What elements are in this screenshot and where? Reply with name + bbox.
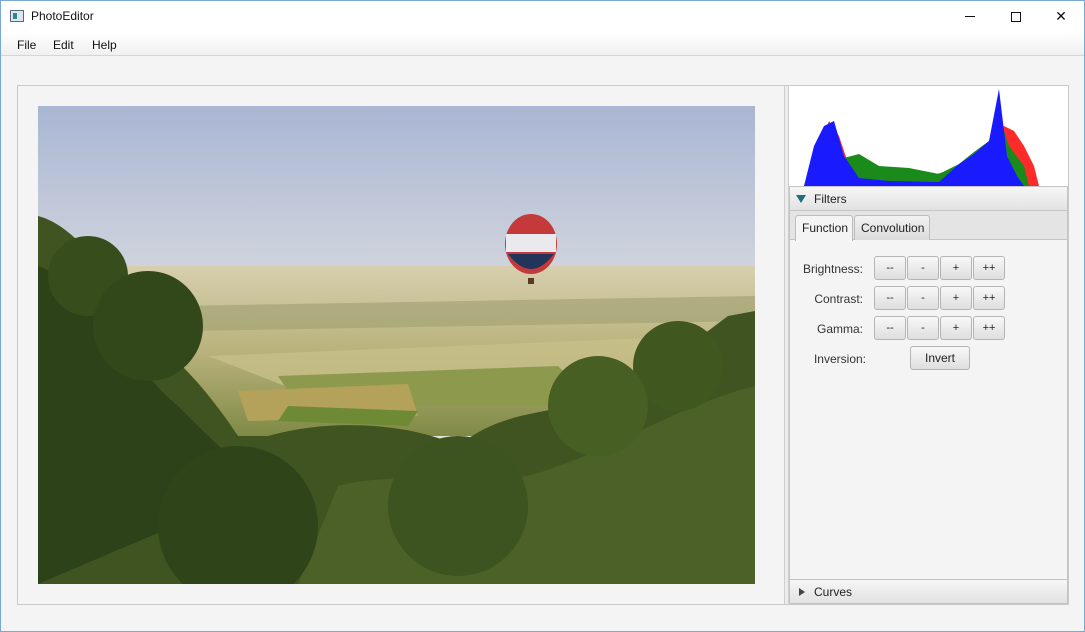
- filters-pane-header[interactable]: Filters: [789, 186, 1068, 211]
- inversion-row: Inversion: Invert: [790, 346, 1067, 370]
- brightness-increase-button[interactable]: +: [940, 256, 972, 280]
- window-title: PhotoEditor: [31, 9, 94, 23]
- tab-convolution-label: Convolution: [861, 221, 925, 235]
- tools-pane: Filters Function Convolution Brightness:…: [789, 86, 1068, 604]
- tab-convolution[interactable]: Convolution: [854, 215, 930, 240]
- filters-body: Function Convolution Brightness: -- - + …: [789, 211, 1068, 579]
- menu-edit[interactable]: Edit: [53, 38, 74, 52]
- close-button[interactable]: ✕: [1038, 1, 1084, 32]
- curves-title: Curves: [814, 585, 853, 599]
- expand-arrow-icon: [796, 195, 806, 203]
- close-icon: ✕: [1055, 8, 1067, 25]
- app-window: PhotoEditor ✕ File Edit Help Filters Fun…: [0, 0, 1085, 632]
- landscape-photo: [38, 106, 755, 584]
- photo-canvas[interactable]: [38, 106, 755, 584]
- main-split-pane: Filters Function Convolution Brightness:…: [17, 85, 1069, 605]
- gamma-label: Gamma:: [816, 322, 863, 336]
- gamma-increase-more-button[interactable]: ++: [973, 316, 1005, 340]
- contrast-decrease-more-button[interactable]: --: [874, 286, 906, 310]
- menu-bar: File Edit Help: [1, 32, 1084, 56]
- maximize-button[interactable]: [993, 1, 1039, 32]
- tab-function[interactable]: Function: [795, 215, 853, 241]
- histogram: [789, 86, 1068, 186]
- curves-pane-header[interactable]: Curves: [789, 579, 1068, 604]
- contrast-label: Contrast:: [814, 292, 863, 306]
- app-icon: [10, 10, 24, 22]
- menu-file[interactable]: File: [17, 38, 36, 52]
- gamma-decrease-more-button[interactable]: --: [874, 316, 906, 340]
- title-bar[interactable]: PhotoEditor ✕: [1, 1, 1084, 32]
- contrast-increase-button[interactable]: +: [940, 286, 972, 310]
- gamma-decrease-button[interactable]: -: [907, 316, 939, 340]
- inversion-label: Inversion:: [813, 352, 866, 366]
- tab-function-label: Function: [802, 221, 849, 235]
- minimize-button[interactable]: [947, 1, 993, 32]
- maximize-icon: [1011, 11, 1021, 22]
- gamma-increase-button[interactable]: +: [940, 316, 972, 340]
- minimize-icon: [965, 16, 975, 17]
- histogram-chart: [804, 89, 1039, 186]
- brightness-row: Brightness: -- - + ++: [790, 256, 1067, 280]
- contrast-decrease-button[interactable]: -: [907, 286, 939, 310]
- brightness-label: Brightness:: [802, 262, 863, 276]
- tab-bar: Function Convolution: [790, 211, 1067, 241]
- brightness-increase-more-button[interactable]: ++: [973, 256, 1005, 280]
- image-pane: [18, 86, 784, 604]
- brightness-decrease-button[interactable]: -: [907, 256, 939, 280]
- invert-button[interactable]: Invert: [910, 346, 970, 370]
- collapse-arrow-icon: [799, 588, 805, 596]
- menu-help[interactable]: Help: [92, 38, 117, 52]
- contrast-increase-more-button[interactable]: ++: [973, 286, 1005, 310]
- brightness-decrease-more-button[interactable]: --: [874, 256, 906, 280]
- gamma-row: Gamma: -- - + ++: [790, 316, 1067, 340]
- filters-title: Filters: [814, 192, 847, 206]
- contrast-row: Contrast: -- - + ++: [790, 286, 1067, 310]
